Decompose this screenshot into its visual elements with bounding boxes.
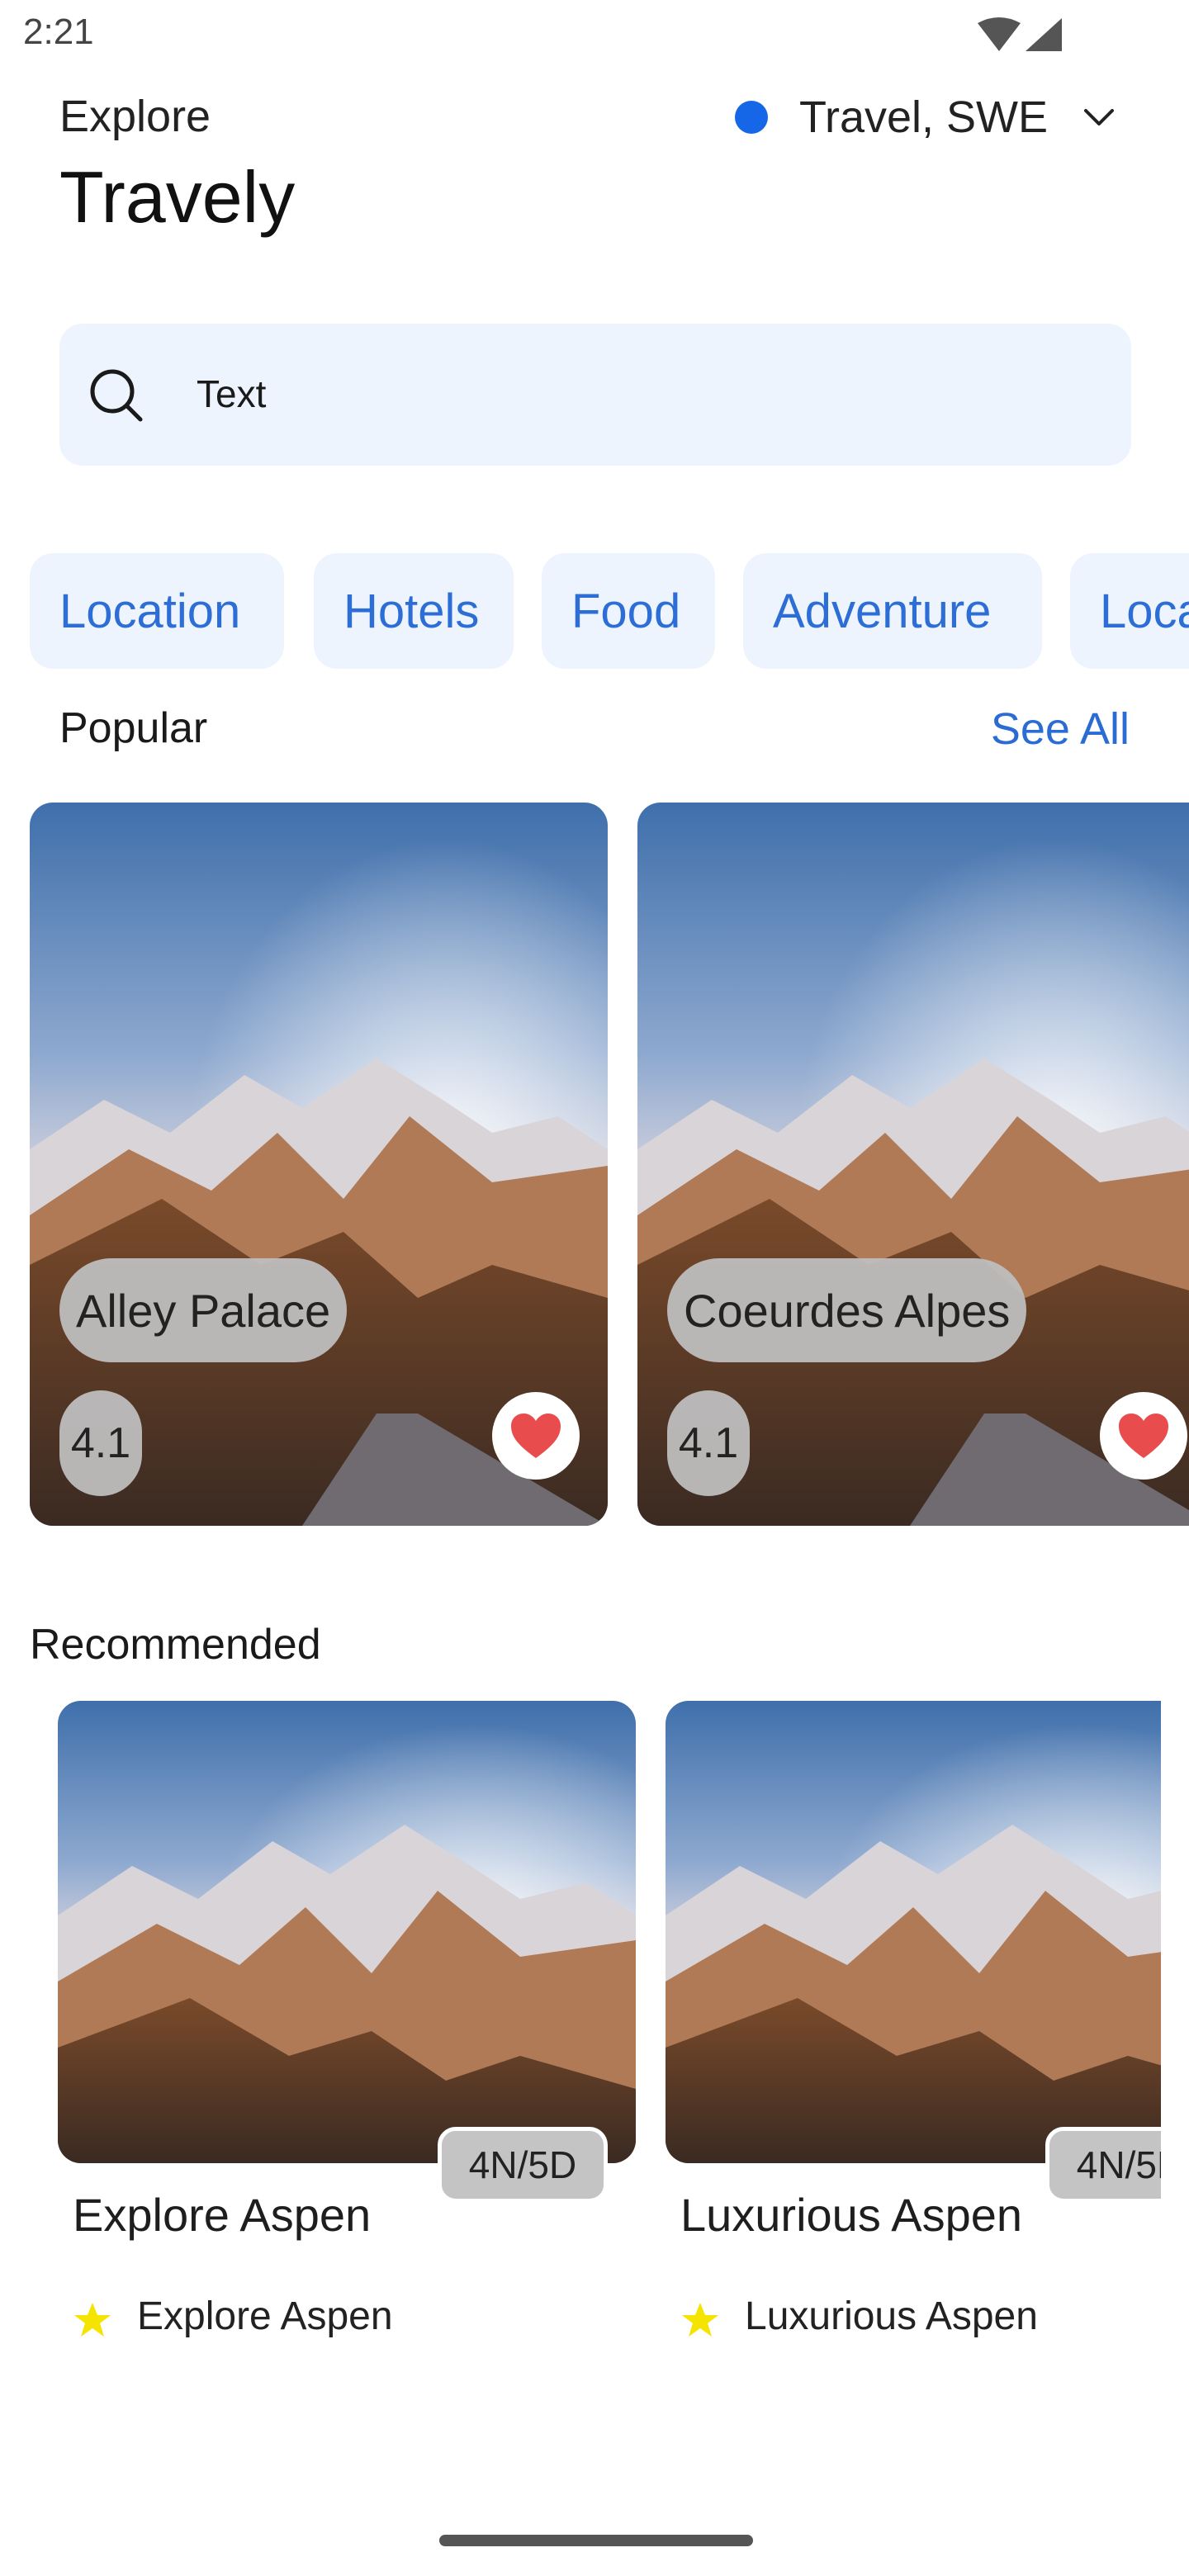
landscape-photo xyxy=(666,1701,1161,2163)
chip-location[interactable]: Location xyxy=(30,553,284,669)
duration-badge: 4N/5D xyxy=(438,2127,608,2203)
search-bar[interactable]: Text xyxy=(59,324,1131,466)
popular-title: Popular xyxy=(59,704,208,752)
favorite-button[interactable] xyxy=(492,1392,580,1480)
duration-badge: 4N/5D xyxy=(1045,2127,1161,2203)
popular-card[interactable]: Alley Palace 4.1 xyxy=(30,803,608,1526)
recommended-card[interactable]: 4N/5D Explore Aspen Explore Aspen xyxy=(58,1701,639,2361)
recommended-title-label: Explore Aspen xyxy=(73,2189,372,2241)
rating-badge: 4.1 xyxy=(667,1390,750,1496)
popular-card[interactable]: Coeurdes Alpes 4.1 xyxy=(637,803,1189,1526)
recommended-subtitle: Explore Aspen xyxy=(137,2294,393,2338)
recommended-subtitle: Luxurious Aspen xyxy=(745,2294,1038,2338)
chip-adventure[interactable]: Adventure xyxy=(743,553,1042,669)
chevron-down-icon xyxy=(1084,109,1115,125)
status-bar: 2:21 xyxy=(0,0,1189,69)
heart-icon xyxy=(511,1413,561,1458)
landscape-photo xyxy=(58,1701,636,2163)
chip-location-2[interactable]: Location xyxy=(1070,553,1189,669)
search-input[interactable]: Text xyxy=(197,372,266,416)
app-title: Travely xyxy=(59,156,296,238)
location-dot-icon xyxy=(735,101,768,134)
recommended-title-label: Luxurious Aspen xyxy=(680,2189,1023,2241)
place-name-label: Coeurdes Alpes xyxy=(667,1258,1027,1362)
star-icon xyxy=(682,2303,718,2337)
chip-hotels[interactable]: Hotels xyxy=(314,553,514,669)
favorite-button[interactable] xyxy=(1100,1392,1187,1480)
home-indicator[interactable] xyxy=(439,2535,753,2546)
place-name-label: Alley Palace xyxy=(59,1258,348,1362)
recommended-list: 4N/5D Explore Aspen Explore Aspen 4N/5D … xyxy=(0,1701,1161,2361)
rating-badge: 4.1 xyxy=(59,1390,142,1496)
chip-food[interactable]: Food xyxy=(542,553,715,669)
location-selector[interactable]: Travel, SWE xyxy=(735,91,1117,144)
category-chips: Location Hotels Food Adventure Location xyxy=(30,553,1189,669)
star-icon xyxy=(74,2303,111,2337)
recommended-image xyxy=(666,1701,1161,2163)
recommended-title: Recommended xyxy=(30,1621,321,1669)
heart-icon xyxy=(1119,1413,1168,1458)
search-icon xyxy=(90,369,143,422)
signal-wifi-icon xyxy=(978,17,1062,51)
recommended-image xyxy=(58,1701,636,2163)
header-subtitle: Explore xyxy=(59,92,211,141)
see-all-link[interactable]: See All xyxy=(991,703,1130,755)
status-time: 2:21 xyxy=(23,12,94,52)
recommended-card[interactable]: 4N/5D Luxurious Aspen Luxurious Aspen xyxy=(666,1701,1161,2361)
location-label: Travel, SWE xyxy=(799,92,1049,142)
